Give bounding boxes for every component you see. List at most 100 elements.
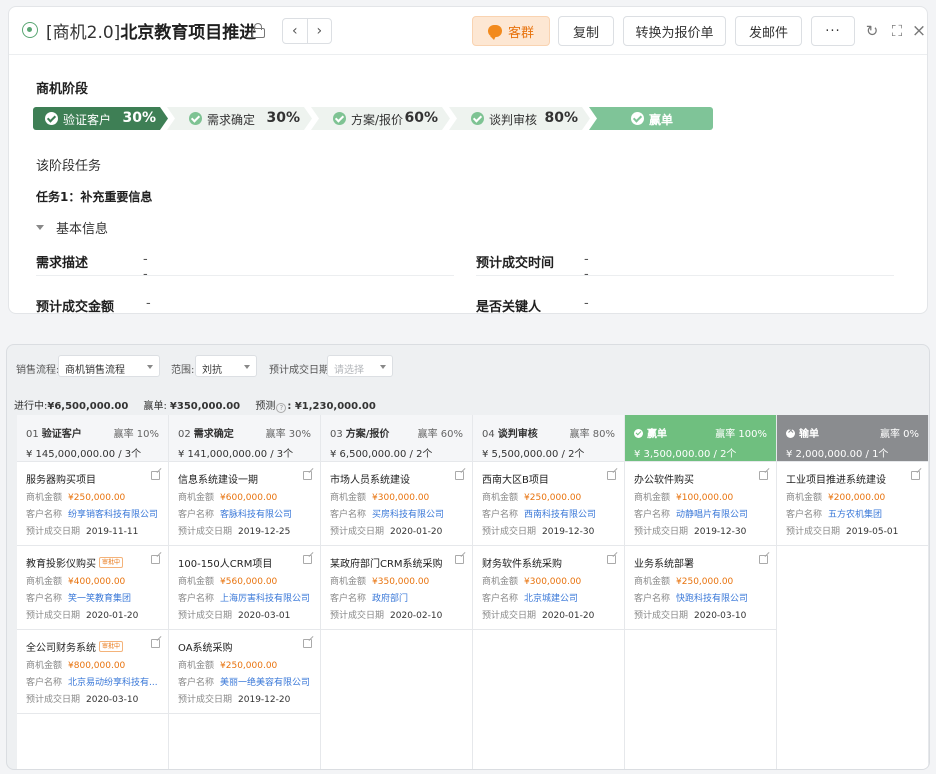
customer-link[interactable]: 笑一笑教育集团 xyxy=(68,594,131,604)
customer-link[interactable]: 北京易动纷享科技有... xyxy=(68,678,158,688)
customer-link[interactable]: 动静唱片有限公司 xyxy=(676,510,748,520)
stage-negotiation-review[interactable]: 谈判审核 80% xyxy=(449,107,590,130)
send-email-button[interactable]: 发邮件 xyxy=(735,16,802,46)
edit-icon[interactable] xyxy=(151,471,160,480)
opportunity-card[interactable]: 工业项目推进系统建设 商机金额 ¥200,000.00 客户名称 五方农机集团 预计成交日… xyxy=(777,462,928,546)
stage-percent: 30% xyxy=(266,110,300,126)
edit-icon[interactable] xyxy=(303,639,312,648)
field-value[interactable]: -- xyxy=(146,296,151,313)
expand-icon[interactable]: ⛶ xyxy=(887,21,907,41)
card-amount-row: 商机金额 ¥200,000.00 xyxy=(786,490,919,503)
stage-proposal-quote[interactable]: 方案/报价 60% xyxy=(311,107,450,130)
card-date-row: 预计成交日期 2020-02-10 xyxy=(330,608,463,621)
card-date-row: 预计成交日期 2020-03-01 xyxy=(178,608,311,621)
field-value[interactable]: -- xyxy=(143,252,148,282)
edit-icon[interactable] xyxy=(911,471,920,480)
filter-bar: 销售流程: 商机销售流程 范围: 刘抗 预计成交日期: 请选择 xyxy=(7,355,929,379)
basic-info-toggle[interactable]: 基本信息 xyxy=(36,218,108,237)
opportunity-card[interactable]: 市场人员系统建设 商机金额 ¥300,000.00 客户名称 买房科技有限公司 预计成交日… xyxy=(321,462,472,546)
card-title: 办公软件购买 xyxy=(634,471,767,486)
scope-select[interactable]: 刘抗 xyxy=(195,355,257,377)
sales-flow-select[interactable]: 商机销售流程 xyxy=(58,355,160,377)
opportunity-card[interactable]: 业务系统部署 商机金额 ¥250,000.00 客户名称 快跑科技有限公司 预计成交日期 2… xyxy=(625,546,776,630)
card-date-row: 预计成交日期 2019-12-30 xyxy=(482,524,615,537)
date-value: 2020-03-10 xyxy=(694,611,747,621)
customer-link[interactable]: 快跑科技有限公司 xyxy=(676,594,748,604)
opportunity-card[interactable]: 服务器购买项目 商机金额 ¥250,000.00 客户名称 纷享销客科技有限公司 预计成交… xyxy=(17,462,168,546)
column-header[interactable]: 01 验证客户 赢率 10% ¥ 145,000,000.00 / 3个 xyxy=(17,415,168,462)
amount-value: ¥200,000.00 xyxy=(828,493,886,503)
opportunity-card[interactable]: 财务软件系统采购 商机金额 ¥300,000.00 客户名称 北京城建公司 预计成交日期 2… xyxy=(473,546,624,630)
edit-icon[interactable] xyxy=(607,555,616,564)
next-record-button[interactable]: › xyxy=(308,19,332,43)
customer-link[interactable]: 北京城建公司 xyxy=(524,594,578,604)
scope-value: 刘抗 xyxy=(202,365,222,376)
customer-link[interactable]: 西南科技有限公司 xyxy=(524,510,596,520)
column-header[interactable]: 输单 赢率 0% ¥ 2,000,000.00 / 1个 xyxy=(777,415,928,462)
opportunity-card[interactable]: 教育投影仪购买 审批中 商机金额 ¥400,000.00 客户名称 笑一笑教育集团 预计成交… xyxy=(17,546,168,630)
field-value[interactable]: -- xyxy=(584,252,589,282)
edit-icon[interactable] xyxy=(759,555,768,564)
column-header[interactable]: 02 需求确定 赢率 30% ¥ 141,000,000.00 / 3个 xyxy=(169,415,320,462)
convert-to-quote-button[interactable]: 转换为报价单 xyxy=(623,16,726,46)
date-value: 2019-12-30 xyxy=(542,527,595,537)
customer-link[interactable]: 美丽一绝美容有限公司 xyxy=(220,678,310,688)
column-title-row: 03 方案/报价 赢率 60% xyxy=(330,425,463,440)
opportunity-card[interactable]: 全公司财务系统 审批中 商机金额 ¥800,000.00 客户名称 北京易动纷享科技有..… xyxy=(17,630,168,714)
edit-icon[interactable] xyxy=(151,639,160,648)
customer-label: 客户名称 xyxy=(482,594,519,604)
copy-button[interactable]: 复制 xyxy=(558,16,614,46)
customer-group-button[interactable]: 客群 xyxy=(472,16,550,46)
refresh-icon[interactable]: ↻ xyxy=(862,21,882,41)
column-header[interactable]: 03 方案/报价 赢率 60% ¥ 6,500,000.00 / 2个 xyxy=(321,415,472,462)
lock-icon[interactable] xyxy=(252,23,265,38)
card-amount-row: 商机金额 ¥250,000.00 xyxy=(634,574,767,587)
stage-won[interactable]: 赢单 xyxy=(589,107,713,130)
date-label: 预计成交日期 xyxy=(634,527,689,537)
customer-link[interactable]: 政府部门 xyxy=(372,594,408,604)
stage-requirement-confirm[interactable]: 需求确定 30% xyxy=(167,107,312,130)
column-win-rate: 赢率 80% xyxy=(569,429,615,440)
close-date-select[interactable]: 请选择 xyxy=(327,355,393,377)
card-date-row: 预计成交日期 2020-03-10 xyxy=(634,608,767,621)
more-actions-button[interactable]: ··· xyxy=(811,16,855,46)
opportunity-card[interactable]: 100-150人CRM项目 商机金额 ¥560,000.00 客户名称 上海厉害科技有限… xyxy=(169,546,320,630)
amount-value: ¥600,000.00 xyxy=(220,493,278,503)
stage-name: 验证客户 xyxy=(63,113,112,127)
edit-icon[interactable] xyxy=(455,471,464,480)
edit-icon[interactable] xyxy=(607,471,616,480)
column-header[interactable]: 04 谈判审核 赢率 80% ¥ 5,500,000.00 / 2个 xyxy=(473,415,624,462)
customer-link[interactable]: 买房科技有限公司 xyxy=(372,510,444,520)
opportunity-card[interactable]: 信息系统建设一期 商机金额 ¥600,000.00 客户名称 客脉科技有限公司 预计成交日… xyxy=(169,462,320,546)
customer-link[interactable]: 上海厉害科技有限公司 xyxy=(220,594,310,604)
opportunity-detail-panel: [商机2.0]北京教育项目推进 ‹ › 客群 复制 转换为报价单 发邮件 ···… xyxy=(8,6,928,314)
customer-link[interactable]: 纷享销客科技有限公司 xyxy=(68,510,158,520)
column-name: 验证客户 xyxy=(41,429,82,440)
help-icon[interactable]: ? xyxy=(276,403,287,413)
opportunity-card[interactable]: OA系统采购 商机金额 ¥250,000.00 客户名称 美丽一绝美容有限公司 预计成交日… xyxy=(169,630,320,714)
card-title-text: 100-150人CRM项目 xyxy=(178,559,273,570)
opportunity-card[interactable]: 办公软件购买 商机金额 ¥100,000.00 客户名称 动静唱片有限公司 预计成交日期 2… xyxy=(625,462,776,546)
card-amount-row: 商机金额 ¥250,000.00 xyxy=(482,490,615,503)
edit-icon[interactable] xyxy=(455,555,464,564)
customer-link[interactable]: 五方农机集团 xyxy=(828,510,882,520)
field-value[interactable]: -- xyxy=(584,296,589,313)
opportunity-card[interactable]: 西南大区B项目 商机金额 ¥250,000.00 客户名称 西南科技有限公司 预计成交日期… xyxy=(473,462,624,546)
opportunity-card[interactable]: 某政府部门CRM系统采购 商机金额 ¥350,000.00 客户名称 政府部门 预计成交日… xyxy=(321,546,472,630)
date-value: 2020-01-20 xyxy=(542,611,595,621)
card-title: 信息系统建设一期 xyxy=(178,471,311,486)
column-header[interactable]: 赢单 赢率 100% ¥ 3,500,000.00 / 2个 xyxy=(625,415,776,462)
edit-icon[interactable] xyxy=(759,471,768,480)
edit-icon[interactable] xyxy=(303,471,312,480)
amount-label: 商机金额 xyxy=(26,661,63,671)
amount-value: ¥250,000.00 xyxy=(68,493,126,503)
edit-icon[interactable] xyxy=(151,555,160,564)
card-date-row: 预计成交日期 2020-03-10 xyxy=(26,692,159,705)
stage-verify-customer[interactable]: 验证客户 30% xyxy=(33,107,168,130)
close-icon[interactable]: × xyxy=(909,21,927,41)
prev-record-button[interactable]: ‹ xyxy=(283,19,308,43)
detail-header: [商机2.0]北京教育项目推进 ‹ › 客群 复制 转换为报价单 发邮件 ···… xyxy=(9,7,927,55)
edit-icon[interactable] xyxy=(303,555,312,564)
card-title: 100-150人CRM项目 xyxy=(178,555,311,570)
customer-link[interactable]: 客脉科技有限公司 xyxy=(220,510,292,520)
